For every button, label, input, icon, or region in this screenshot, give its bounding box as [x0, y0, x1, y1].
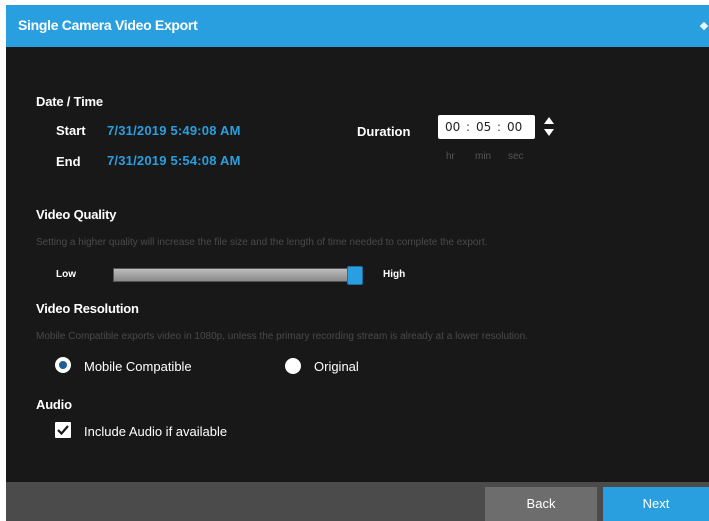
video-resolution-hint: Mobile Compatible exports video in 1080p…	[36, 331, 528, 342]
duration-hours-field[interactable]: 00	[445, 120, 460, 134]
radio-mobile-compatible[interactable]	[55, 357, 71, 373]
checkmark-icon	[57, 425, 69, 436]
video-quality-hint: Setting a higher quality will increase t…	[36, 237, 488, 248]
duration-seconds-field[interactable]: 00	[507, 120, 522, 134]
mobile-compatible-label[interactable]: Mobile Compatible	[84, 359, 192, 374]
back-button[interactable]: Back	[485, 487, 597, 521]
start-value: 7/31/2019 5:49:08 AM	[107, 123, 241, 138]
duration-separator: :	[497, 120, 502, 134]
unit-sec-label: sec	[508, 151, 524, 162]
unit-min-label: min	[475, 151, 492, 162]
quality-slider-track[interactable]	[113, 268, 355, 282]
quality-slider-thumb[interactable]	[347, 266, 363, 285]
include-audio-checkbox[interactable]	[55, 422, 71, 438]
quality-high-label: High	[383, 269, 406, 280]
video-resolution-title: Video Resolution	[36, 301, 139, 316]
include-audio-label[interactable]: Include Audio if available	[84, 424, 227, 439]
next-button[interactable]: Next	[603, 487, 709, 521]
duration-stepper[interactable]	[543, 115, 555, 139]
dialog-footer: Back Next	[6, 482, 709, 521]
end-value: 7/31/2019 5:54:08 AM	[107, 153, 241, 168]
duration-label: Duration	[357, 124, 411, 139]
stepper-up-icon[interactable]	[544, 117, 554, 124]
unit-hr-label: hr	[446, 151, 455, 162]
end-label: End	[56, 154, 81, 169]
title-bar: Single Camera Video Export	[6, 5, 709, 47]
stepper-down-icon[interactable]	[544, 129, 554, 136]
video-quality-title: Video Quality	[36, 207, 117, 222]
duration-separator: :	[466, 120, 471, 134]
export-dialog: Single Camera Video Export Date / Time S…	[0, 0, 709, 521]
datetime-section-title: Date / Time	[36, 94, 103, 109]
audio-title: Audio	[36, 397, 72, 412]
dialog-body: Date / Time Start 7/31/2019 5:49:08 AM E…	[6, 47, 709, 482]
start-label: Start	[56, 123, 86, 138]
duration-input[interactable]: 00 : 05 : 00	[438, 115, 535, 139]
radio-original[interactable]	[285, 358, 301, 374]
corner-icon	[699, 21, 709, 31]
duration-minutes-field[interactable]: 05	[476, 120, 491, 134]
original-label[interactable]: Original	[314, 359, 359, 374]
dialog-title: Single Camera Video Export	[18, 17, 198, 33]
quality-low-label: Low	[56, 269, 76, 280]
